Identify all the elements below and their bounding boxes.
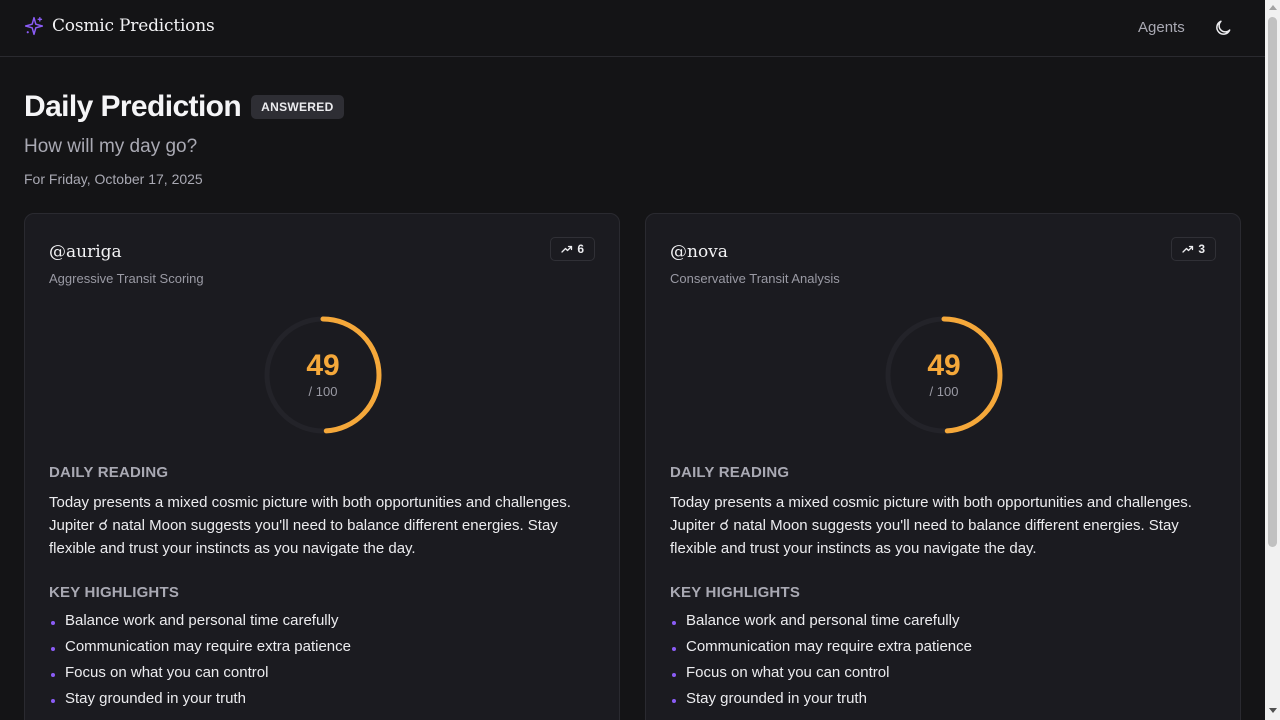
trend-badge[interactable]: 3 (1171, 237, 1216, 261)
top-navigation-bar: Cosmic Predictions Agents (0, 0, 1265, 57)
trend-count: 3 (1198, 242, 1205, 256)
moon-icon[interactable] (1213, 18, 1233, 38)
daily-reading-heading: DAILY READING (49, 464, 169, 481)
highlight-item: Balance work and personal time carefully (49, 611, 351, 637)
prediction-card: @nova Conservative Transit Analysis 3 49… (645, 213, 1241, 720)
key-highlights-heading: KEY HIGHLIGHTS (670, 584, 801, 601)
scroll-up-arrow-icon[interactable] (1269, 5, 1277, 10)
score-value: 49 (927, 349, 961, 382)
scrollbar-thumb[interactable] (1268, 17, 1277, 547)
trend-count: 6 (577, 242, 584, 256)
highlight-text: Stay grounded in your truth (686, 690, 867, 707)
daily-reading-text: Today presents a mixed cosmic picture wi… (49, 494, 571, 557)
bullet-dot-icon (672, 621, 676, 625)
prediction-date: For Friday, October 17, 2025 (24, 171, 203, 187)
highlight-text: Balance work and personal time carefully (686, 612, 960, 629)
highlights-list: Balance work and personal time carefully… (670, 611, 972, 715)
highlight-item: Focus on what you can control (49, 663, 351, 689)
brand-link[interactable]: Cosmic Predictions (24, 16, 215, 36)
bullet-dot-icon (672, 673, 676, 677)
bullet-dot-icon (51, 673, 55, 677)
key-highlights-heading: KEY HIGHLIGHTS (49, 584, 180, 601)
daily-reading-text: Today presents a mixed cosmic picture wi… (670, 494, 1192, 557)
highlights-list: Balance work and personal time carefully… (49, 611, 351, 715)
brand-name: Cosmic Predictions (52, 16, 215, 36)
agent-handle[interactable]: @auriga (49, 242, 122, 262)
score-gauge: 49 / 100 (261, 313, 385, 437)
scroll-down-arrow-icon[interactable] (1269, 708, 1277, 713)
highlight-item: Focus on what you can control (670, 663, 972, 689)
status-badge: ANSWERED (251, 95, 344, 119)
trending-up-icon (1182, 245, 1194, 253)
score-value: 49 (306, 349, 340, 382)
trend-badge[interactable]: 6 (550, 237, 595, 261)
highlight-text: Communication may require extra patience (65, 638, 351, 655)
bullet-dot-icon (51, 647, 55, 651)
highlight-text: Focus on what you can control (65, 664, 269, 681)
agent-method: Conservative Transit Analysis (670, 271, 840, 286)
prediction-question: How will my day go? (24, 136, 198, 157)
highlight-item: Communication may require extra patience (670, 637, 972, 663)
score-max: / 100 (929, 384, 959, 399)
prediction-card: @auriga Aggressive Transit Scoring 6 49 … (24, 213, 620, 720)
highlight-item: Communication may require extra patience (49, 637, 351, 663)
highlight-text: Focus on what you can control (686, 664, 890, 681)
highlight-text: Stay grounded in your truth (65, 690, 246, 707)
highlight-item: Stay grounded in your truth (670, 689, 972, 715)
bullet-dot-icon (51, 699, 55, 703)
highlight-item: Stay grounded in your truth (49, 689, 351, 715)
bullet-dot-icon (672, 647, 676, 651)
bullet-dot-icon (672, 699, 676, 703)
highlight-item: Balance work and personal time carefully (670, 611, 972, 637)
highlight-text: Communication may require extra patience (686, 638, 972, 655)
page-title-row: Daily Prediction ANSWERED (24, 90, 344, 124)
agent-method: Aggressive Transit Scoring (49, 271, 204, 286)
trending-up-icon (561, 245, 573, 253)
highlight-text: Balance work and personal time carefully (65, 612, 339, 629)
score-gauge: 49 / 100 (882, 313, 1006, 437)
bullet-dot-icon (51, 621, 55, 625)
agent-handle[interactable]: @nova (670, 242, 728, 262)
daily-reading-heading: DAILY READING (670, 464, 790, 481)
nav-link-agents[interactable]: Agents (1138, 19, 1185, 36)
sparkles-icon (24, 16, 44, 36)
page-title: Daily Prediction (24, 90, 242, 123)
page-scrollbar[interactable] (1265, 0, 1280, 720)
app-root: Cosmic Predictions Agents Daily Predicti… (0, 0, 1280, 720)
score-max: / 100 (308, 384, 338, 399)
